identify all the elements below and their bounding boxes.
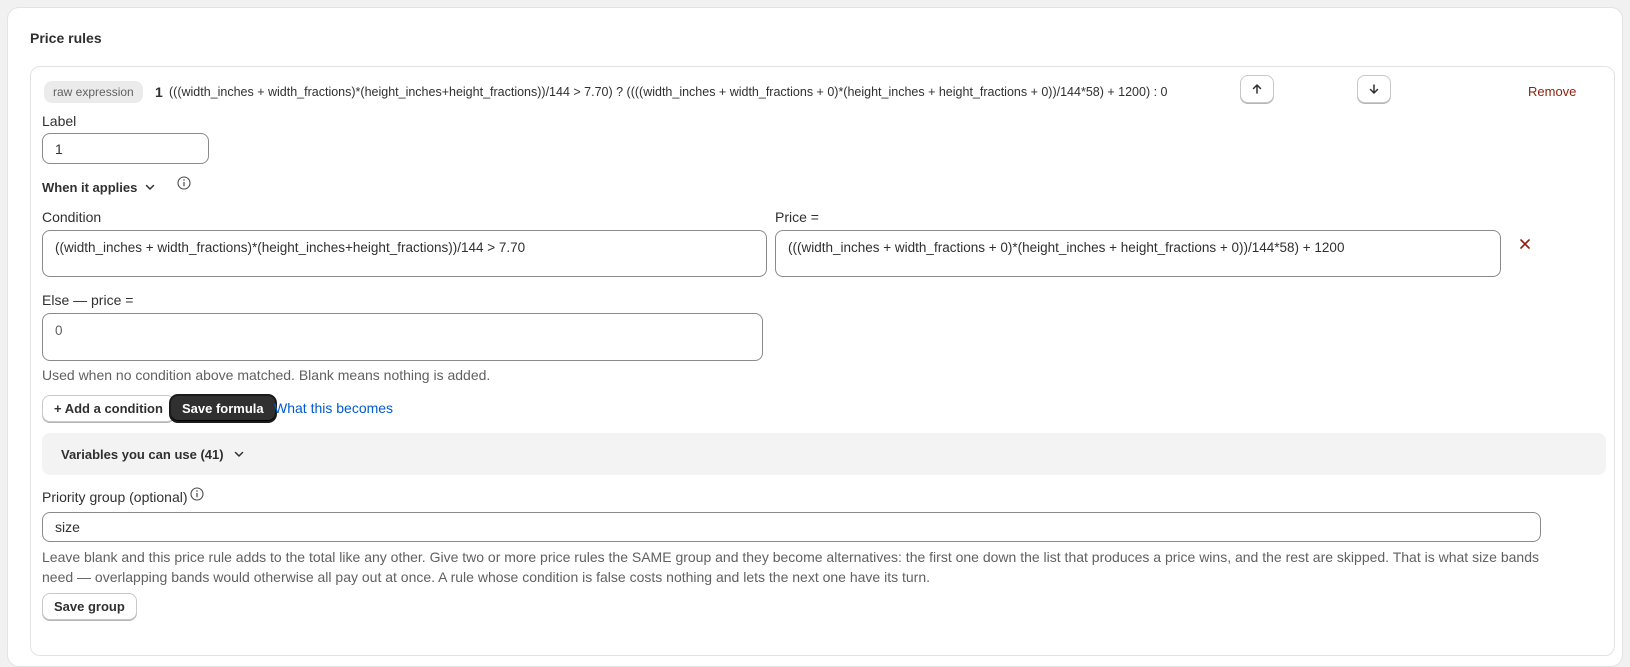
remove-rule-link[interactable]: Remove [1528, 84, 1576, 99]
move-down-button[interactable] [1357, 75, 1391, 103]
arrow-up-icon [1252, 84, 1262, 94]
when-it-applies-toggle[interactable]: When it applies [42, 175, 157, 199]
close-icon[interactable] [1519, 238, 1531, 250]
price-input[interactable]: (((width_inches + width_fractions + 0)*(… [775, 230, 1501, 277]
label-input-value: 1 [55, 140, 63, 157]
else-heading: Else — price = [42, 292, 134, 308]
chevron-down-icon [146, 184, 155, 190]
else-help-text: Used when no condition above matched. Bl… [42, 367, 491, 383]
rule-number: 1 [155, 84, 163, 100]
price-heading: Price = [775, 209, 819, 225]
what-this-becomes-link[interactable]: What this becomes [274, 400, 393, 416]
else-price-input[interactable]: 0 [42, 313, 763, 361]
move-up-button[interactable] [1240, 75, 1274, 103]
label-input[interactable]: 1 [42, 133, 209, 164]
variables-label: Variables you can use (41) [61, 446, 224, 462]
section-title: Price rules [30, 30, 102, 46]
priority-group-value: size [55, 519, 80, 535]
info-icon[interactable] [177, 176, 191, 190]
arrow-down-icon [1369, 84, 1379, 94]
when-it-applies-label: When it applies [42, 179, 138, 195]
priority-group-help-text: Leave blank and this price rule adds to … [42, 549, 1540, 585]
condition-input[interactable]: ((width_inches + width_fractions)*(heigh… [42, 230, 767, 277]
price-rule: raw expression 1 (((width_inches + width… [30, 66, 1615, 656]
condition-heading: Condition [42, 209, 102, 225]
info-icon[interactable] [190, 487, 204, 501]
priority-group-heading: Priority group (optional) [42, 489, 188, 505]
rule-expression-summary: (((width_inches + width_fractions)*(heig… [169, 85, 1168, 99]
priority-group-input[interactable]: size [42, 512, 1541, 542]
save-formula-button[interactable]: Save formula [170, 395, 276, 422]
variables-disclosure[interactable]: Variables you can use (41) [42, 433, 1606, 475]
add-condition-button[interactable]: + Add a condition [42, 395, 175, 422]
save-group-button[interactable]: Save group [42, 593, 137, 620]
price-rules-card: Price rules raw expression 1 (((width_in… [7, 7, 1623, 667]
chevron-down-icon [234, 451, 243, 457]
label-heading: Label [42, 113, 77, 129]
rule-type-badge: raw expression [44, 81, 143, 103]
